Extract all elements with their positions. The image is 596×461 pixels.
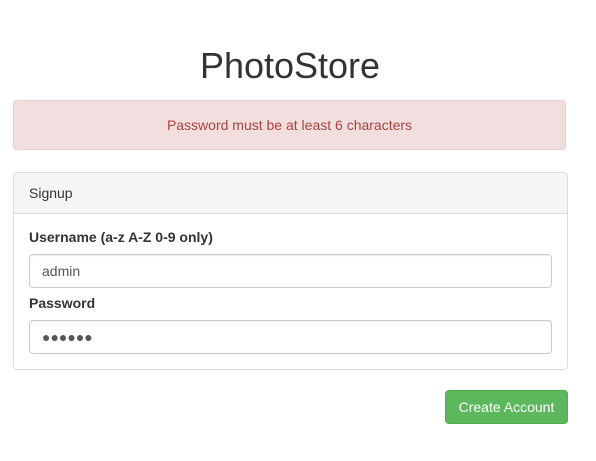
password-input[interactable]: ●●●●●● bbox=[29, 320, 552, 354]
create-account-button[interactable]: Create Account bbox=[445, 390, 568, 424]
error-alert: Password must be at least 6 characters bbox=[13, 100, 566, 150]
username-input[interactable]: admin bbox=[29, 254, 552, 288]
username-label: Username (a-z A-Z 0-9 only) bbox=[29, 229, 213, 245]
page: PhotoStore Password must be at least 6 c… bbox=[0, 0, 596, 461]
password-label: Password bbox=[29, 295, 96, 311]
page-title: PhotoStore bbox=[199, 45, 381, 86]
panel-heading: Signup bbox=[14, 173, 567, 214]
signup-panel: Signup Username (a-z A-Z 0-9 only) admin… bbox=[13, 172, 568, 370]
